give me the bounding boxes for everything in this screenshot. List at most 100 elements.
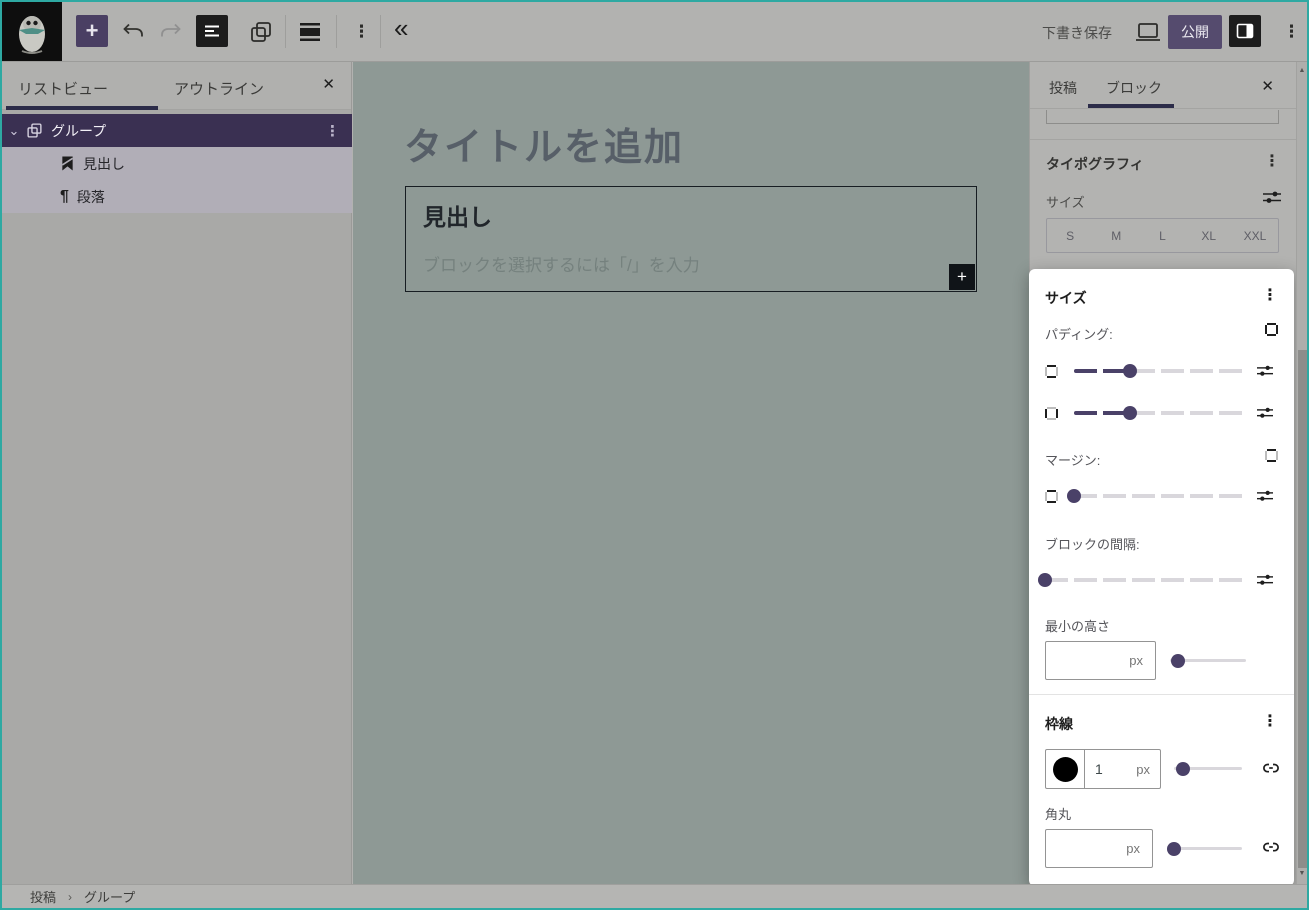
dimensions-title: サイズ	[1045, 288, 1087, 308]
slider-thumb[interactable]	[1067, 489, 1081, 503]
settings-sidebar-toggle[interactable]	[1229, 15, 1261, 47]
slider-thumb[interactable]	[1123, 406, 1137, 420]
block-append-button[interactable]: +	[949, 264, 975, 290]
block-inserter-button[interactable]: +	[76, 15, 108, 47]
padding-unlink-sides-icon[interactable]	[1265, 323, 1278, 336]
redo-icon	[158, 21, 184, 43]
font-size-option-l[interactable]: L	[1139, 219, 1185, 252]
typography-section-title: タイポグラフィ	[1046, 154, 1144, 174]
publish-button[interactable]: 公開	[1168, 15, 1222, 49]
more-options-kebab-icon[interactable]: ⋮	[1283, 23, 1300, 40]
site-logo[interactable]	[2, 2, 62, 61]
collapse-toolbar-icon[interactable]: «	[394, 15, 408, 41]
heading-block[interactable]: 見出し	[423, 198, 492, 232]
toolbar-options-kebab-icon[interactable]: ⋮	[353, 23, 370, 40]
tree-row-heading[interactable]: 見出し	[2, 147, 352, 180]
owl-logo-icon	[10, 8, 54, 56]
document-overview-button[interactable]	[196, 15, 228, 47]
padding-vertical-settings-icon[interactable]	[1256, 363, 1274, 379]
radius-input[interactable]: px	[1045, 829, 1153, 868]
copy-blocks-icon[interactable]	[248, 19, 274, 45]
close-sidebar-icon[interactable]: ✕	[1261, 77, 1274, 95]
tab-post[interactable]: 投稿	[1049, 78, 1077, 98]
row-options-kebab-icon[interactable]: ⋮	[325, 122, 340, 140]
margin-slider[interactable]	[1074, 494, 1244, 498]
sidebar-scrollbar[interactable]: ▲ ▼	[1296, 62, 1307, 884]
border-unlink-icon[interactable]	[1260, 758, 1282, 778]
paragraph-block-placeholder[interactable]: ブロックを選択するには「/」を入力	[423, 251, 700, 276]
tree-row-group[interactable]: ⌄ グループ ⋮	[2, 114, 352, 147]
divider	[1030, 139, 1297, 140]
padding-horizontal-icon	[1045, 407, 1058, 420]
font-size-option-xxl[interactable]: XXL	[1232, 219, 1278, 252]
top-toolbar: +	[2, 2, 1307, 62]
border-width-input[interactable]: 1 px	[1085, 750, 1160, 788]
toolbar-separator	[336, 15, 337, 48]
details-icon[interactable]	[297, 20, 323, 44]
border-width-slider[interactable]	[1174, 767, 1242, 770]
editor-canvas: タイトルを追加 見出し ブロックを選択するには「/」を入力 +	[353, 62, 1029, 884]
border-color-button[interactable]	[1046, 750, 1085, 788]
padding-horizontal-settings-icon[interactable]	[1256, 405, 1274, 421]
tab-list-view[interactable]: リストビュー	[18, 78, 108, 99]
block-gap-row	[1045, 572, 1278, 588]
min-height-slider[interactable]	[1170, 659, 1246, 662]
slider-thumb[interactable]	[1038, 573, 1052, 587]
block-gap-settings-icon[interactable]	[1256, 572, 1274, 588]
block-gap-slider[interactable]	[1045, 578, 1244, 582]
chevron-down-icon[interactable]: ⌄	[2, 123, 26, 139]
slider-thumb[interactable]	[1123, 364, 1137, 378]
tab-block[interactable]: ブロック	[1106, 78, 1162, 98]
font-size-option-s[interactable]: S	[1047, 219, 1093, 252]
list-view-icon	[203, 23, 221, 39]
tree-row-label: グループ	[51, 121, 106, 141]
font-size-settings-icon[interactable]	[1262, 188, 1282, 206]
margin-row	[1045, 488, 1278, 504]
tree-row-paragraph[interactable]: ¶ 段落	[2, 180, 352, 213]
margin-unlink-sides-icon[interactable]	[1265, 449, 1278, 462]
preview-laptop-icon[interactable]	[1134, 20, 1162, 44]
min-height-unit[interactable]: px	[1129, 653, 1155, 668]
group-block[interactable]: 見出し ブロックを選択するには「/」を入力 +	[405, 186, 977, 292]
slider-thumb[interactable]	[1176, 762, 1190, 776]
list-view-tabs: リストビュー アウトライン ✕	[2, 62, 351, 110]
border-color-swatch	[1053, 757, 1078, 782]
margin-label: マージン:	[1045, 450, 1100, 469]
slider-thumb[interactable]	[1171, 654, 1185, 668]
border-width-unit[interactable]: px	[1136, 762, 1160, 777]
dimensions-panel: サイズ ⋮ パディング:	[1029, 269, 1294, 886]
font-size-option-m[interactable]: M	[1093, 219, 1139, 252]
save-draft-button[interactable]: 下書き保存	[1042, 23, 1112, 43]
list-view-panel: リストビュー アウトライン ✕ ⌄ グループ ⋮	[2, 62, 352, 884]
breadcrumb-chevron-icon: ›	[68, 890, 72, 904]
paragraph-block-icon: ¶	[60, 188, 69, 206]
radius-unlink-icon[interactable]	[1260, 837, 1282, 857]
font-size-segmented-control: S M L XL XXL	[1046, 218, 1279, 253]
tab-outline[interactable]: アウトライン	[174, 78, 264, 99]
breadcrumb-post[interactable]: 投稿	[30, 887, 56, 906]
border-options-kebab-icon[interactable]: ⋮	[1262, 714, 1278, 730]
font-size-option-xl[interactable]: XL	[1186, 219, 1232, 252]
min-height-input[interactable]: px	[1045, 641, 1156, 680]
border-width-value: 1	[1085, 761, 1136, 777]
padding-vertical-icon	[1045, 365, 1058, 378]
tree-row-label: 見出し	[83, 154, 125, 174]
radius-slider[interactable]	[1167, 847, 1242, 850]
margin-settings-icon[interactable]	[1256, 488, 1274, 504]
dimensions-options-kebab-icon[interactable]: ⋮	[1262, 288, 1278, 304]
padding-vertical-slider[interactable]	[1074, 369, 1244, 373]
undo-icon[interactable]	[120, 21, 146, 43]
slider-thumb[interactable]	[1167, 842, 1181, 856]
anchor-input-partial[interactable]	[1046, 110, 1279, 124]
post-title-placeholder[interactable]: タイトルを追加	[404, 116, 684, 171]
scroll-down-icon[interactable]: ▼	[1297, 870, 1307, 877]
padding-vertical-row	[1045, 363, 1278, 379]
typography-options-kebab-icon[interactable]: ⋮	[1264, 154, 1280, 170]
padding-horizontal-slider[interactable]	[1074, 411, 1244, 415]
breadcrumb-group[interactable]: グループ	[84, 887, 135, 906]
scrollbar-thumb[interactable]	[1298, 350, 1307, 868]
scroll-up-icon[interactable]: ▲	[1297, 67, 1307, 74]
radius-unit[interactable]: px	[1126, 841, 1152, 856]
close-list-view-icon[interactable]: ✕	[322, 75, 335, 93]
block-tree: ⌄ グループ ⋮ 見出し	[2, 114, 352, 213]
